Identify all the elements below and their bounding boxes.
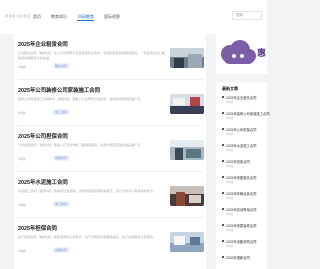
- cloud-logo-icon: [221, 40, 256, 64]
- sidebar-brand-logo[interactable]: 惠: [216, 34, 267, 74]
- article-title[interactable]: 2025年担保合同: [18, 224, 57, 232]
- sidebar-item-date: 3年前: [226, 164, 234, 168]
- divider: [18, 79, 204, 80]
- article-tag[interactable]: 施工合同: [52, 109, 71, 115]
- bullet-icon: [222, 96, 224, 98]
- bullet-icon: [222, 224, 224, 226]
- article-title[interactable]: 2025年水泥施工合同: [18, 178, 68, 186]
- divider: [18, 125, 204, 126]
- article-date: 3年前: [18, 65, 26, 69]
- sidebar-item-title[interactable]: 2025年借款合同: [226, 255, 250, 260]
- article-date: 3年前: [18, 249, 26, 253]
- bullet-icon: [222, 144, 224, 146]
- article-excerpt: 公司担保合同（通用5篇）随着人们对法律的了解越来越深，合同的使用范围也越来越广泛…: [18, 143, 144, 147]
- list-item[interactable]: 2025年公司担保合同 公司担保合同（通用5篇）随着人们对法律的了解越来越深，合…: [14, 132, 206, 166]
- sidebar-item-date: 3年前: [226, 244, 234, 248]
- bullet-icon: [222, 240, 224, 242]
- article-thumbnail[interactable]: [170, 48, 204, 68]
- brand-logo-text: 惠: [257, 49, 267, 59]
- article-excerpt: 企业租赁合同（精选5篇）在人们法律意识日益增强的社会中，合同的使用频率越来越高，…: [18, 51, 166, 60]
- article-excerpt: 关于担保合同（精选5篇）随着法律知识的普及，关于合同的问题越来越多，签订合同前须…: [18, 235, 156, 239]
- list-item[interactable]: 2025年水泥施工合同 水泥施工合同（通用5篇）随着时代的发展，合同的使用频率越…: [14, 178, 206, 212]
- bullet-icon: [222, 112, 224, 114]
- article-thumbnail[interactable]: [170, 232, 204, 252]
- article-thumbnail[interactable]: [170, 140, 204, 160]
- bullet-icon: [222, 160, 224, 162]
- sidebar-item-date: 3年前: [226, 212, 234, 216]
- sidebar-item-date: 3年前: [226, 148, 234, 152]
- sidebar-item-date: 3年前: [226, 180, 234, 184]
- sidebar-item-date: 3年前: [226, 116, 234, 120]
- article-excerpt: 装修公司家装施工合同样本（精选5篇）随着人们法律意识的提高，合同的使用越来越广泛…: [18, 97, 144, 101]
- nav-item-home[interactable]: 首页: [33, 14, 41, 20]
- sidebar-item-date: 3年前: [226, 196, 234, 200]
- article-tag[interactable]: 施工合同: [52, 201, 71, 207]
- sidebar-item-date: 3年前: [226, 228, 234, 232]
- list-item[interactable]: 2025年担保合同 关于担保合同（精选5篇）随着法律知识的普及，关于合同的问题越…: [14, 224, 206, 258]
- divider: [18, 171, 204, 172]
- list-item[interactable]: 2025年企业租赁合同 企业租赁合同（精选5篇）在人们法律意识日益增强的社会中，…: [14, 40, 206, 74]
- article-list: 2025年企业租赁合同 企业租赁合同（精选5篇）在人们法律意识日益增强的社会中，…: [14, 34, 206, 269]
- bullet-icon: [222, 208, 224, 210]
- article-date: 3年前: [18, 203, 26, 207]
- article-thumbnail[interactable]: [170, 186, 204, 206]
- bullet-icon: [222, 128, 224, 130]
- bullet-icon: [222, 192, 224, 194]
- sidebar-item-date: 3年前: [226, 100, 234, 104]
- search-input[interactable]: 搜索...: [232, 11, 262, 20]
- latest-articles-panel: 最新文章 2025年企业租赁合同 3年前 2025年装修公司家装施工合同 3年前 2…: [216, 82, 270, 269]
- article-title[interactable]: 2025年公司装修公司家装施工合同: [18, 86, 100, 94]
- bullet-icon: [222, 256, 224, 258]
- article-title[interactable]: 2025年公司担保合同: [18, 132, 68, 140]
- article-tag[interactable]: 租赁合同: [52, 63, 71, 69]
- top-navbar: 律法库·合同频道 首页 教育知识 科研教育 国际视野 搜索...: [0, 0, 267, 34]
- nav-item-international[interactable]: 国际视野: [104, 14, 120, 20]
- nav-item-education[interactable]: 教育知识: [51, 14, 67, 20]
- article-date: 3年前: [18, 157, 26, 161]
- list-item[interactable]: 2025年公司装修公司家装施工合同 装修公司家装施工合同样本（精选5篇）随着人们…: [14, 86, 206, 120]
- site-logo[interactable]: 律法库·合同频道: [5, 14, 31, 18]
- bullet-icon: [222, 176, 224, 178]
- divider: [18, 217, 204, 218]
- article-date: 3年前: [18, 111, 26, 115]
- article-thumbnail[interactable]: [170, 94, 204, 114]
- article-tag[interactable]: 担保合同: [52, 155, 71, 161]
- article-title[interactable]: 2025年企业租赁合同: [18, 40, 68, 48]
- article-tag[interactable]: 担保合同: [52, 247, 71, 253]
- article-excerpt: 水泥施工合同（通用5篇）随着时代的发展，合同的使用频率越来越高，签订合同可以有效…: [18, 189, 156, 193]
- nav-active-underline: [77, 20, 94, 21]
- sidebar-item-date: 3年前: [226, 132, 234, 136]
- sidebar-heading: 最新文章: [222, 86, 238, 91]
